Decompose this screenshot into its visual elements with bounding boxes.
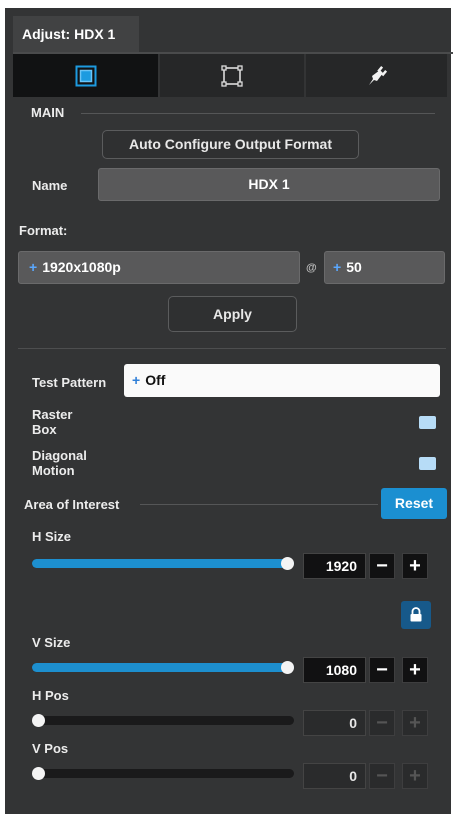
name-field[interactable]: HDX 1: [98, 168, 440, 201]
expand-plus-icon: +: [333, 259, 342, 275]
lock-icon: [410, 607, 422, 622]
h-pos-label: H Pos: [32, 688, 69, 703]
test-pattern-value: Off: [145, 372, 166, 388]
section-divider: [18, 348, 446, 349]
aspect-lock-button[interactable]: [401, 601, 431, 629]
v-pos-decrement-button[interactable]: −: [369, 763, 395, 789]
test-pattern-label: Test Pattern: [32, 375, 107, 390]
h-size-slider-thumb[interactable]: [281, 557, 294, 570]
v-size-label: V Size: [32, 635, 71, 650]
h-size-slider-fill: [32, 559, 294, 568]
v-pos-value[interactable]: 0: [303, 763, 366, 789]
frame-rate-value: 50: [346, 259, 362, 275]
h-pos-slider[interactable]: [32, 714, 294, 727]
diagonal-motion-checkbox[interactable]: [419, 457, 436, 470]
auto-configure-output-format-button[interactable]: Auto Configure Output Format: [102, 130, 359, 159]
main-section-label: MAIN: [31, 105, 65, 120]
v-size-slider[interactable]: [32, 661, 294, 674]
name-label: Name: [32, 178, 68, 193]
h-size-label: H Size: [32, 529, 72, 544]
v-size-decrement-button[interactable]: −: [369, 657, 395, 683]
test-pattern-dropdown[interactable]: + Off: [124, 364, 440, 397]
crop-frame-icon: [221, 64, 243, 87]
h-size-increment-button[interactable]: +: [402, 553, 428, 579]
adjust-panel: Adjust: HDX 1 MAIN Auto Configure Output…: [5, 8, 453, 814]
v-size-value[interactable]: 1080: [303, 657, 366, 683]
plug-icon: [368, 65, 387, 85]
tab-output[interactable]: [13, 54, 158, 97]
h-size-decrement-button[interactable]: −: [369, 553, 395, 579]
h-size-slider[interactable]: [32, 557, 294, 570]
format-label: Format:: [19, 223, 68, 238]
v-pos-label: V Pos: [32, 741, 69, 756]
v-size-slider-fill: [32, 663, 294, 672]
tab-crop[interactable]: [160, 54, 304, 97]
panel-tab-title[interactable]: Adjust: HDX 1: [13, 16, 139, 53]
v-size-increment-button[interactable]: +: [402, 657, 428, 683]
v-size-slider-thumb[interactable]: [281, 661, 294, 674]
h-pos-increment-button[interactable]: +: [402, 710, 428, 736]
diagonal-motion-label-line1: Diagonal: [32, 448, 87, 463]
h-size-value[interactable]: 1920: [303, 553, 366, 579]
raster-box-label-line2: Box: [32, 422, 57, 437]
v-pos-increment-button[interactable]: +: [402, 763, 428, 789]
resolution-value: 1920x1080p: [42, 259, 121, 275]
raster-box-checkbox[interactable]: [419, 416, 436, 429]
output-square-icon: [75, 65, 96, 86]
tab-connector[interactable]: [306, 54, 447, 97]
v-pos-slider-thumb[interactable]: [32, 767, 45, 780]
diagonal-motion-label-line2: Motion: [32, 463, 75, 478]
main-section-rule: [81, 113, 435, 114]
apply-button[interactable]: Apply: [168, 296, 297, 332]
aoi-rule: [140, 504, 378, 505]
h-pos-value[interactable]: 0: [303, 710, 366, 736]
at-symbol: @: [306, 262, 317, 274]
area-of-interest-label: Area of Interest: [24, 497, 120, 512]
expand-plus-icon: +: [29, 259, 38, 275]
h-pos-decrement-button[interactable]: −: [369, 710, 395, 736]
h-pos-slider-thumb[interactable]: [32, 714, 45, 727]
expand-plus-icon: +: [132, 372, 141, 388]
frame-rate-dropdown[interactable]: +50: [324, 251, 445, 284]
reset-button[interactable]: Reset: [381, 488, 447, 519]
raster-box-label-line1: Raster: [32, 407, 73, 422]
v-pos-slider[interactable]: [32, 767, 294, 780]
resolution-dropdown[interactable]: +1920x1080p: [18, 251, 300, 284]
